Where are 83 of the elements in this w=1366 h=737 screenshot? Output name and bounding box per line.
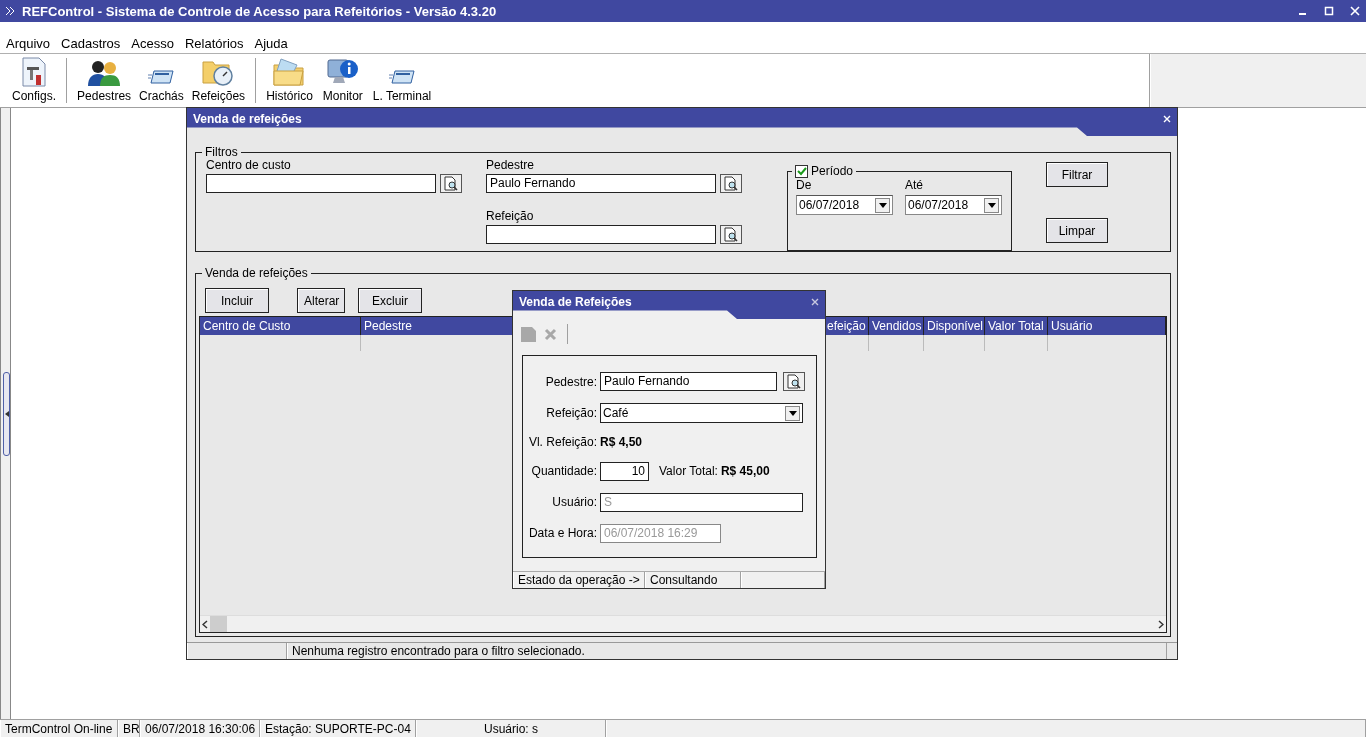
status-text: TermControl On-line	[0, 720, 118, 737]
date-picker[interactable]: 06/07/2018	[905, 195, 1002, 215]
input-field[interactable]	[486, 225, 716, 244]
field-label: Pedestre	[486, 158, 536, 172]
collapse-handle[interactable]	[3, 372, 10, 456]
column-header[interactable]: Usuário	[1048, 317, 1166, 335]
lookup-button[interactable]	[720, 225, 742, 244]
toolbar-button[interactable]: Crachás	[135, 56, 188, 105]
folder-icon	[273, 57, 306, 87]
column-header[interactable]: Vendidos	[869, 317, 924, 335]
action-button[interactable]: Excluir	[358, 288, 422, 313]
field-label: Vl. Refeição:	[527, 435, 597, 450]
menu-item[interactable]: Relatórios	[184, 36, 244, 51]
field-label: Quantidade:	[530, 464, 597, 479]
window-title: Venda de refeições	[193, 112, 303, 126]
field-label: Centro de custo	[206, 158, 292, 172]
status-text: Usuário: s	[416, 720, 606, 737]
input-field[interactable]: Paulo Fernando	[486, 174, 716, 193]
status-text: 06/07/2018 16:30:06	[140, 720, 260, 737]
people-icon	[87, 59, 122, 87]
column-header[interactable]: Valor Total	[985, 317, 1048, 335]
caret-icon	[878, 202, 887, 208]
field-label: Até	[905, 178, 924, 192]
card-icon	[148, 67, 175, 87]
period-checkbox[interactable]	[795, 164, 808, 178]
input-field[interactable]: Paulo Fernando	[600, 372, 777, 392]
caret-icon	[987, 202, 996, 208]
action-button[interactable]: Limpar	[1046, 218, 1108, 243]
search-icon	[724, 227, 738, 242]
input-field[interactable]	[206, 174, 436, 193]
close-icon[interactable]	[811, 298, 819, 306]
checkbox-label: Período	[811, 164, 854, 178]
menu-item[interactable]: Cadastros	[61, 36, 121, 51]
maximize-icon[interactable]	[1324, 6, 1334, 16]
action-button[interactable]: Filtrar	[1046, 162, 1108, 187]
toolbar-button[interactable]: Histórico	[262, 56, 317, 105]
search-icon	[787, 374, 801, 390]
action-button[interactable]: Incluir	[205, 288, 269, 313]
status-text: Consultando	[645, 572, 741, 588]
caret-icon	[788, 410, 797, 416]
horizontal-scrollbar[interactable]	[200, 615, 1166, 632]
quantity-field[interactable]: 10	[600, 461, 649, 481]
lookup-button[interactable]	[720, 174, 742, 193]
field-label: Refeição	[486, 209, 535, 223]
meal-dropdown[interactable]: Café	[600, 403, 803, 424]
field-label: Valor Total:	[659, 464, 718, 479]
scrollbar-thumb[interactable]	[210, 616, 227, 632]
toolbar-button[interactable]: Configs.	[8, 56, 61, 105]
left-arrow-icon	[4, 411, 9, 417]
lookup-button[interactable]	[440, 174, 462, 193]
field-label: Pedestre:	[544, 374, 597, 389]
menu-item[interactable]: Ajuda	[254, 36, 288, 51]
menu-item[interactable]: Arquivo	[6, 36, 51, 51]
column-header[interactable]: Disponível	[924, 317, 985, 335]
date-picker[interactable]: 06/07/2018	[796, 195, 893, 215]
action-button[interactable]: Alterar	[297, 288, 345, 313]
status-message: Nenhuma registro encontrado para o filtro selecionado.	[287, 643, 1167, 659]
status-text: Estação: SUPORTE-PC-04	[260, 720, 416, 737]
status-text: BR	[118, 720, 140, 737]
toolbar-button[interactable]: L. Terminal	[368, 56, 436, 105]
dialog-title: Venda de Refeições	[519, 295, 633, 309]
search-icon	[444, 176, 458, 191]
total-value: R$ 45,00	[720, 464, 770, 479]
toolbar-button[interactable]: Pedestres	[73, 56, 136, 105]
menu-item[interactable]: Acesso	[131, 36, 174, 51]
toolbar-button[interactable]: Monitor	[316, 56, 369, 105]
window-title: REFControl - Sistema de Controle de Acesso para Refeitórios - Versão 4.3.20	[22, 3, 498, 19]
price-value: R$ 4,50	[600, 435, 644, 450]
check-icon	[796, 166, 807, 176]
column-header[interactable]: Centro de Custo	[200, 317, 361, 335]
field-label: Refeição:	[545, 406, 597, 421]
group-legend: Venda de refeições	[202, 266, 311, 280]
card-icon	[389, 67, 416, 87]
app-icon	[6, 7, 14, 15]
group-legend: Filtros	[202, 145, 241, 159]
tools-icon	[21, 57, 47, 87]
toolbar-button[interactable]: Refeições	[187, 56, 250, 105]
field-label: Data e Hora:	[527, 526, 597, 541]
search-icon	[724, 176, 738, 191]
field-label: Usuário:	[551, 495, 597, 510]
status-text: Estado da operação ->	[513, 572, 645, 588]
field-label: De	[796, 178, 813, 192]
lookup-button[interactable]	[783, 372, 805, 392]
